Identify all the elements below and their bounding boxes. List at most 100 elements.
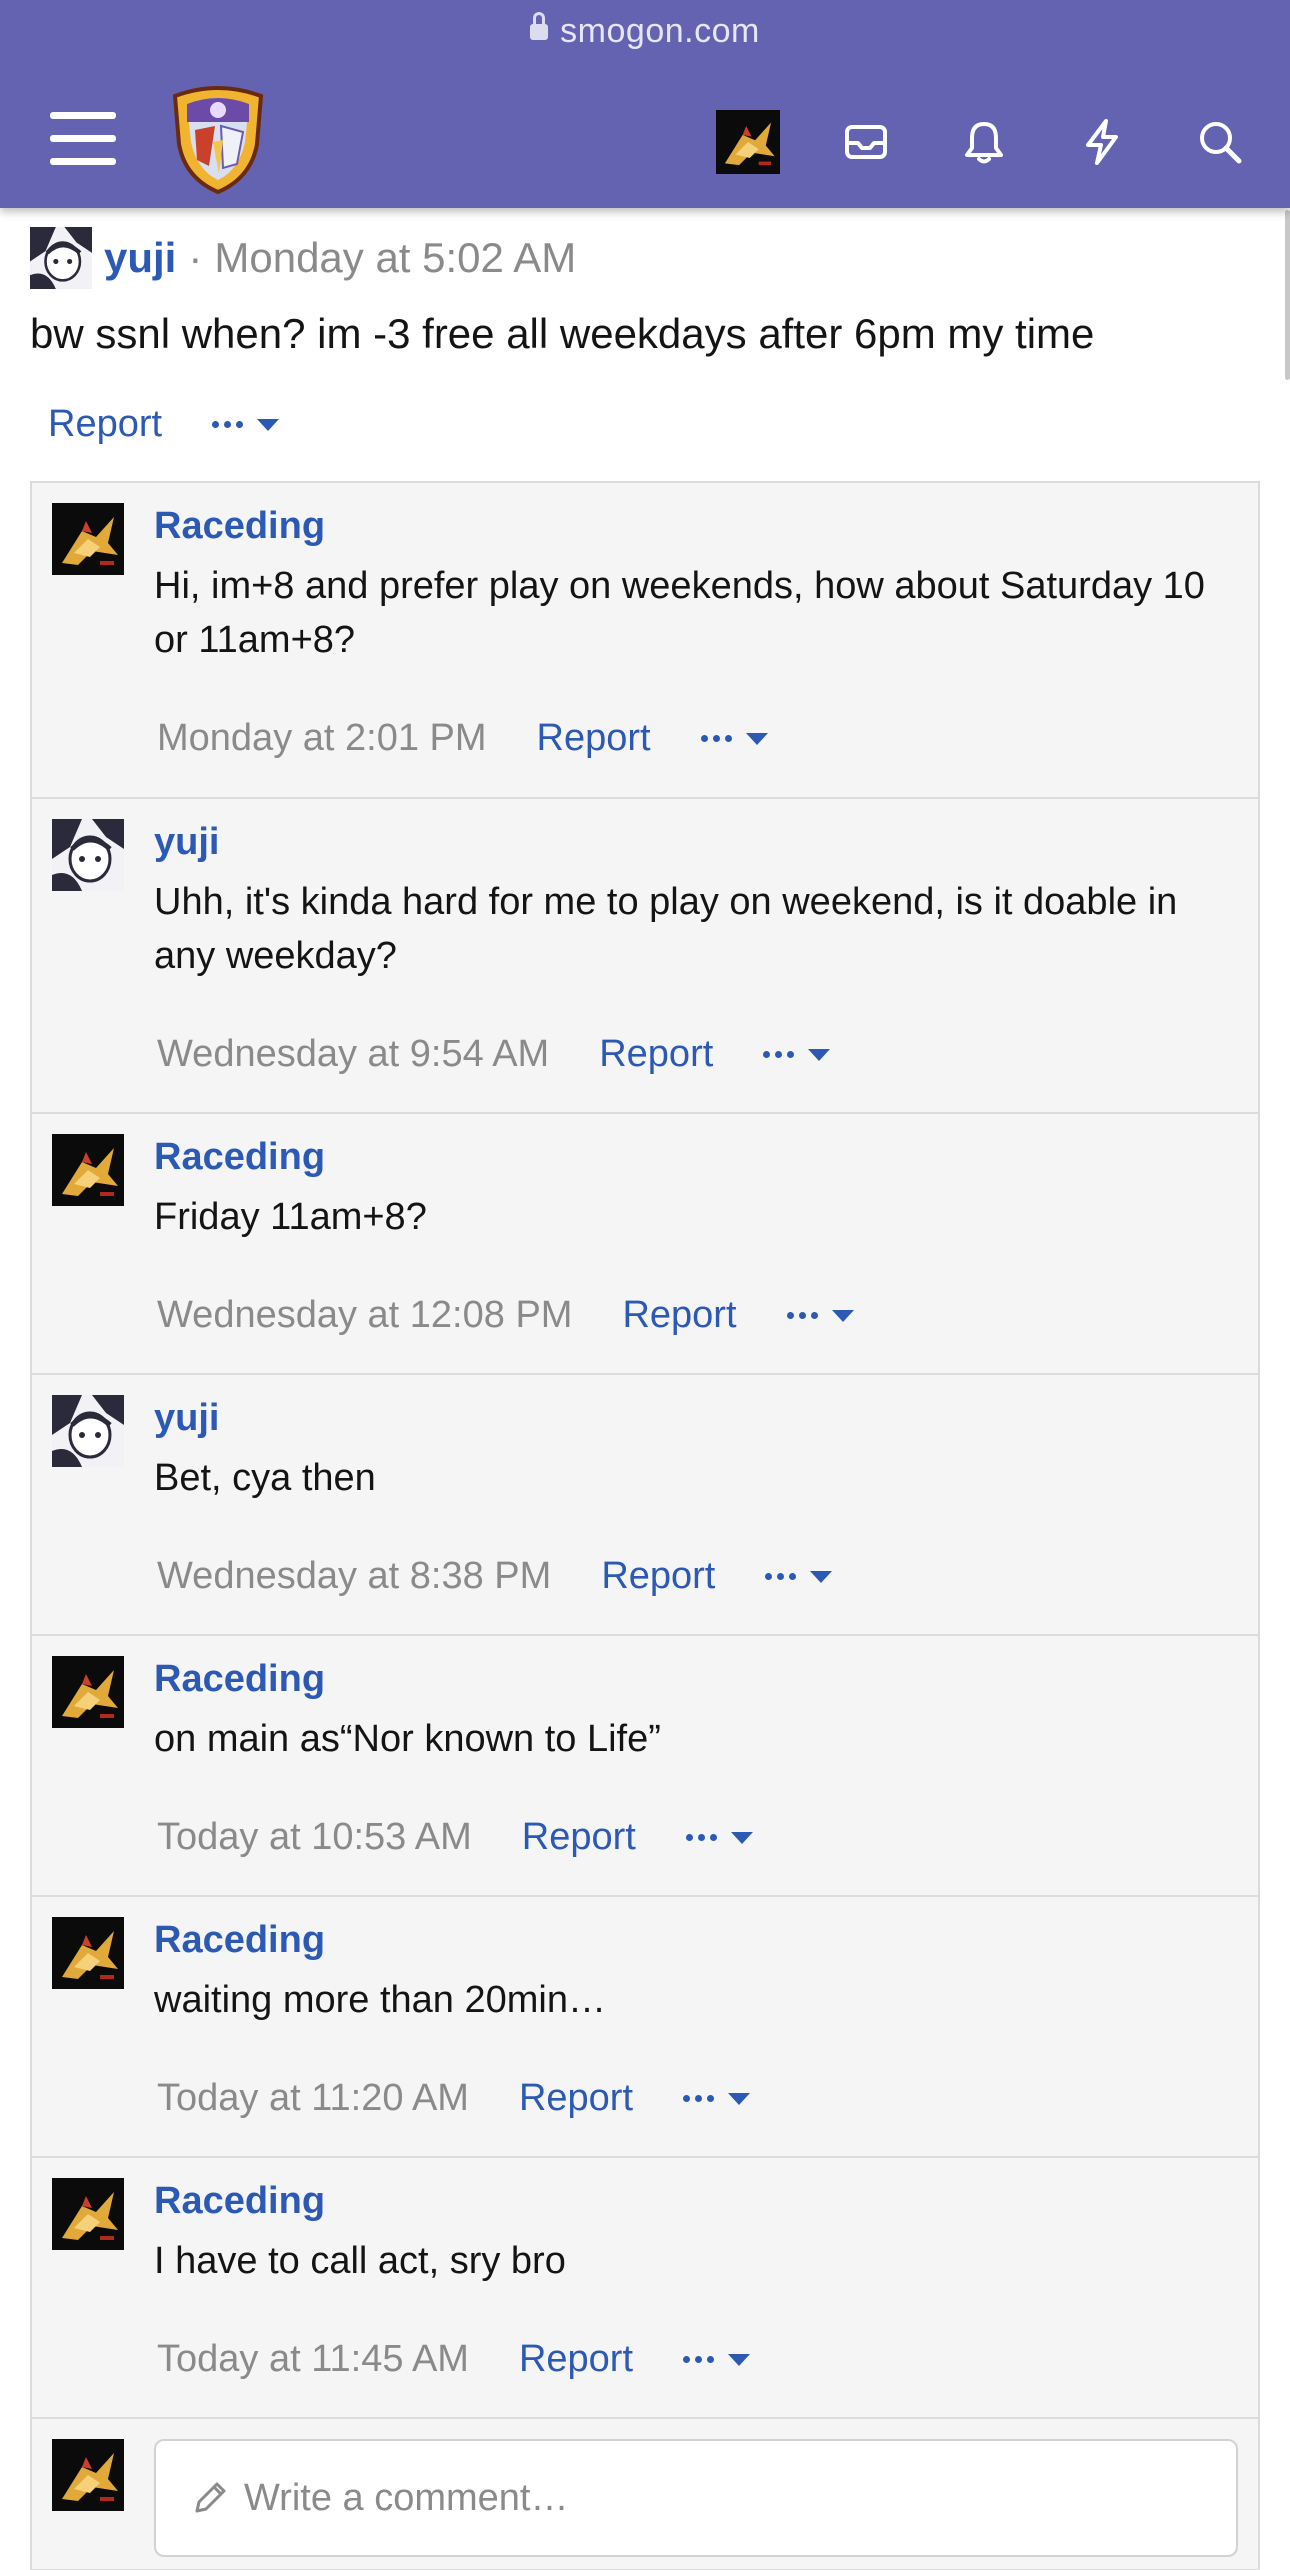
more-options-button[interactable] — [212, 418, 280, 431]
url-text: smogon.com — [560, 12, 760, 50]
more-options-button[interactable] — [683, 2353, 751, 2366]
ellipsis-icon — [765, 1573, 797, 1580]
comment-text: Bet, cya then — [154, 1457, 376, 1499]
comment-author[interactable]: Raceding — [154, 1136, 325, 1179]
more-options-button[interactable] — [786, 1309, 854, 1322]
nav-bar — [0, 82, 1290, 202]
more-options-button[interactable] — [685, 1831, 753, 1844]
ellipsis-icon — [683, 2356, 715, 2363]
comment-time[interactable]: Monday at 2:01 PM — [157, 717, 487, 760]
comment-avatar[interactable] — [52, 503, 124, 575]
comment-avatar[interactable] — [52, 1134, 124, 1206]
report-link[interactable]: Report — [599, 1033, 713, 1076]
site-logo[interactable] — [165, 82, 271, 194]
report-link[interactable]: Report — [537, 717, 651, 760]
comment-footer: Today at 10:53 AM Report — [157, 1816, 753, 1859]
comment-footer: Wednesday at 12:08 PM Report — [157, 1294, 854, 1337]
comment-author[interactable]: Raceding — [154, 1658, 325, 1701]
post-actions: Report — [48, 403, 280, 446]
ellipsis-icon — [763, 1051, 795, 1058]
comment-text: Hi, im+8 and prefer play on weekends, ho… — [154, 565, 1205, 661]
comment-text: waiting more than 20min… — [154, 1979, 606, 2021]
ellipsis-icon — [700, 735, 732, 742]
comment-avatar[interactable] — [52, 1395, 124, 1467]
comment-item: Raceding waiting more than 20min… Today … — [32, 1897, 1258, 2158]
bolt-icon[interactable] — [1076, 116, 1128, 168]
comment-avatar[interactable] — [52, 1917, 124, 1989]
comment-text: Uhh, it's kinda hard for me to play on w… — [154, 881, 1178, 977]
chevron-down-icon — [257, 418, 280, 431]
comment-footer: Wednesday at 8:38 PM Report — [157, 1555, 833, 1598]
comment-author[interactable]: Raceding — [154, 505, 325, 548]
comment-item: Raceding I have to call act, sry bro Tod… — [32, 2158, 1258, 2419]
chevron-down-icon — [730, 1831, 753, 1844]
ellipsis-icon — [685, 1834, 717, 1841]
comment-item: yuji Uhh, it's kinda hard for me to play… — [32, 799, 1258, 1114]
lock-icon — [530, 12, 549, 40]
bell-icon[interactable] — [958, 116, 1010, 168]
search-icon[interactable] — [1194, 116, 1246, 168]
mail-icon[interactable] — [840, 116, 892, 168]
comment-footer: Today at 11:45 AM Report — [157, 2338, 751, 2381]
post-author-avatar[interactable] — [30, 227, 92, 289]
post-author[interactable]: yuji — [104, 234, 176, 282]
ellipsis-icon — [683, 2095, 715, 2102]
comment-input[interactable] — [244, 2476, 1144, 2520]
comment-author[interactable]: yuji — [154, 821, 219, 864]
comment-footer: Monday at 2:01 PM Report — [157, 717, 768, 760]
chevron-down-icon — [745, 732, 768, 745]
comment-footer: Today at 11:20 AM Report — [157, 2077, 751, 2120]
comment-footer: Wednesday at 9:54 AM Report — [157, 1033, 831, 1076]
scrollbar[interactable] — [1285, 210, 1290, 380]
more-options-button[interactable] — [763, 1048, 831, 1061]
ellipsis-icon — [212, 421, 244, 428]
comment-author[interactable]: Raceding — [154, 1919, 325, 1962]
write-comment-row — [32, 2419, 1258, 2569]
comment-list: Raceding Hi, im+8 and prefer play on wee… — [30, 481, 1260, 2570]
comment-time[interactable]: Wednesday at 12:08 PM — [157, 1294, 572, 1337]
comment-time[interactable]: Wednesday at 8:38 PM — [157, 1555, 551, 1598]
url-bar[interactable]: smogon.com — [0, 12, 1290, 51]
menu-icon[interactable] — [50, 112, 116, 166]
chevron-down-icon — [810, 1570, 833, 1583]
comment-time[interactable]: Wednesday at 9:54 AM — [157, 1033, 549, 1076]
ellipsis-icon — [786, 1312, 818, 1319]
comment-time[interactable]: Today at 10:53 AM — [157, 1816, 472, 1859]
comment-time[interactable]: Today at 11:20 AM — [157, 2077, 469, 2120]
more-options-button[interactable] — [765, 1570, 833, 1583]
chevron-down-icon — [831, 1309, 854, 1322]
chevron-down-icon — [728, 2353, 751, 2366]
post-separator: · — [188, 234, 203, 281]
comment-text: I have to call act, sry bro — [154, 2240, 566, 2282]
comment-avatar[interactable] — [52, 819, 124, 891]
report-link[interactable]: Report — [48, 403, 162, 446]
post-body: bw ssnl when? im -3 free all weekdays af… — [30, 310, 1095, 357]
site-header: smogon.com — [0, 0, 1290, 208]
comment-avatar[interactable] — [52, 1656, 124, 1728]
report-link[interactable]: Report — [519, 2338, 633, 2381]
comment-item: yuji Bet, cya then Wednesday at 8:38 PM … — [32, 1375, 1258, 1636]
comment-author[interactable]: Raceding — [154, 2180, 325, 2223]
more-options-button[interactable] — [700, 732, 768, 745]
comment-item: Raceding Hi, im+8 and prefer play on wee… — [32, 483, 1258, 799]
report-link[interactable]: Report — [622, 1294, 736, 1337]
report-link[interactable]: Report — [601, 1555, 715, 1598]
comment-input-box[interactable] — [154, 2439, 1238, 2557]
comment-text: on main as“Nor known to Life” — [154, 1718, 661, 1760]
post-header: yuji · Monday at 5:02 AM — [30, 226, 576, 290]
chevron-down-icon — [808, 1048, 831, 1061]
comment-author[interactable]: yuji — [154, 1397, 219, 1440]
pencil-icon — [195, 2482, 226, 2513]
user-avatar[interactable] — [716, 110, 780, 174]
comment-text: Friday 11am+8? — [154, 1196, 427, 1238]
report-link[interactable]: Report — [519, 2077, 633, 2120]
more-options-button[interactable] — [683, 2092, 751, 2105]
chevron-down-icon — [728, 2092, 751, 2105]
comment-item: Raceding Friday 11am+8? Wednesday at 12:… — [32, 1114, 1258, 1375]
report-link[interactable]: Report — [522, 1816, 636, 1859]
post-time[interactable]: Monday at 5:02 AM — [214, 234, 576, 282]
comment-item: Raceding on main as“Nor known to Life” T… — [32, 1636, 1258, 1897]
comment-avatar[interactable] — [52, 2178, 124, 2250]
comment-time[interactable]: Today at 11:45 AM — [157, 2338, 469, 2381]
current-user-avatar[interactable] — [52, 2439, 124, 2511]
